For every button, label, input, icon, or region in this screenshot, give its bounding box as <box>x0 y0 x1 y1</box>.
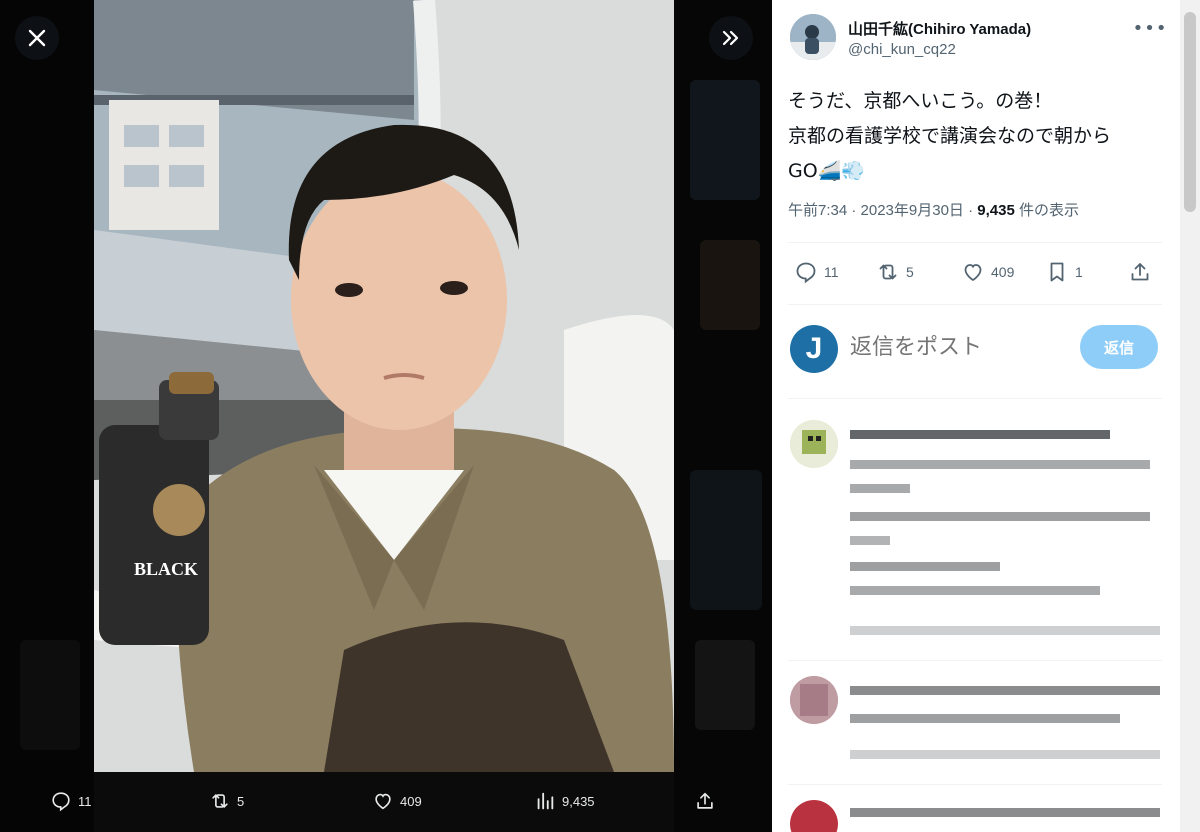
scrollbar-thumb[interactable] <box>1184 12 1196 212</box>
media-like-button[interactable]: 409 <box>372 790 422 812</box>
reply-icon <box>796 262 816 284</box>
tweet-text-line: GO🚄💨 <box>788 160 865 182</box>
author-handle[interactable]: @chi_kun_cq22 <box>848 41 956 58</box>
pixelated-text <box>850 686 1160 695</box>
tweet-view-count: 9,435 <box>977 202 1015 219</box>
tweet-text-line: 京都の看護学校で講演会なので朝から <box>788 125 1112 147</box>
divider <box>788 784 1162 785</box>
pixelated-text <box>850 536 890 545</box>
reply-list-item[interactable] <box>772 420 1180 660</box>
media-repost-button[interactable]: 5 <box>209 790 244 812</box>
avatar-photo <box>790 14 836 60</box>
media-views-button[interactable]: 9,435 <box>534 790 595 812</box>
pixelated-text <box>850 714 1120 723</box>
reply-input[interactable] <box>850 330 1060 364</box>
divider <box>788 304 1162 305</box>
reply-list-item[interactable] <box>772 676 1180 776</box>
author-avatar[interactable] <box>790 14 836 60</box>
divider <box>788 660 1162 661</box>
share-button[interactable] <box>1128 260 1152 284</box>
pixelated-text <box>850 484 910 493</box>
reply-icon <box>52 792 70 812</box>
pixelated-avatar <box>790 676 838 724</box>
pixelated-text <box>850 808 1160 817</box>
media-repost-count: 5 <box>237 793 245 809</box>
heart-icon <box>964 264 982 282</box>
media-reply-button[interactable]: 11 <box>50 790 92 812</box>
reply-avatar[interactable] <box>790 420 838 468</box>
pixelated-avatar <box>790 420 838 468</box>
reply-avatar[interactable] <box>790 676 838 724</box>
repost-icon <box>879 264 897 280</box>
media-views-count: 9,435 <box>562 793 595 809</box>
reply-button[interactable]: 11 <box>794 260 839 284</box>
tweet-text-line: そうだ、京都へいこう。の巻！ <box>788 90 1053 112</box>
bookmark-icon <box>1050 262 1064 282</box>
author-name[interactable]: 山田千紘(Chihiro Yamada) <box>848 18 1031 39</box>
tweet-timestamp[interactable]: 午前7:34 · 2023年9月30日 · <box>788 202 977 219</box>
reply-avatar[interactable] <box>790 800 838 832</box>
tweet-meta: 午前7:34 · 2023年9月30日 · 9,435 件の表示 <box>788 199 1079 220</box>
repost-icon <box>212 794 228 808</box>
bookmark-count: 1 <box>1075 264 1083 280</box>
analytics-icon <box>537 792 554 810</box>
pixelated-actions <box>850 750 1160 759</box>
media-reply-count: 11 <box>78 793 92 809</box>
close-icon <box>28 29 46 47</box>
double-chevron-right-icon <box>722 30 739 46</box>
share-icon <box>1131 263 1149 281</box>
divider <box>788 242 1162 243</box>
svg-text:BLACK: BLACK <box>134 559 198 579</box>
tweet-view-label: 件の表示 <box>1014 202 1079 219</box>
current-user-avatar[interactable]: J <box>790 325 838 373</box>
tweet-detail-panel: 山田千紘(Chihiro Yamada) @chi_kun_cq22 ••• そ… <box>772 0 1200 832</box>
pixelated-text <box>850 586 1100 595</box>
reply-list-item[interactable] <box>772 798 1180 832</box>
close-media-button[interactable] <box>15 16 59 60</box>
scrollbar[interactable] <box>1180 0 1200 832</box>
more-options-button[interactable]: ••• <box>1133 14 1167 42</box>
pixelated-actions <box>850 626 1160 635</box>
share-icon <box>697 792 713 809</box>
media-like-count: 409 <box>400 793 422 809</box>
collapse-panel-button[interactable] <box>709 16 753 60</box>
bookmark-button[interactable]: 1 <box>1045 260 1083 284</box>
tweet-text: そうだ、京都へいこう。の巻！ 京都の看護学校で講演会なので朝から GO🚄💨 <box>788 84 1168 189</box>
pixelated-text <box>850 430 1110 439</box>
reply-count: 11 <box>824 264 839 280</box>
tweet-actions: 11 5 409 1 <box>772 258 1180 288</box>
media-viewer: BLACK 11 5 409 9,435 <box>0 0 772 832</box>
divider <box>788 398 1162 399</box>
repost-count: 5 <box>906 264 914 280</box>
pixelated-text <box>850 562 1000 571</box>
pixelated-text <box>850 512 1150 521</box>
repost-button[interactable]: 5 <box>876 260 914 284</box>
media-share-button[interactable] <box>694 790 716 812</box>
like-button[interactable]: 409 <box>961 260 1014 284</box>
more-icon: ••• <box>1132 17 1168 39</box>
heart-icon <box>375 793 391 810</box>
pixelated-text <box>850 460 1150 469</box>
reply-submit-button[interactable]: 返信 <box>1080 325 1158 369</box>
tweet-photo[interactable]: BLACK <box>94 0 674 772</box>
media-action-bar: 11 5 409 9,435 <box>0 772 772 832</box>
like-count: 409 <box>991 264 1015 280</box>
